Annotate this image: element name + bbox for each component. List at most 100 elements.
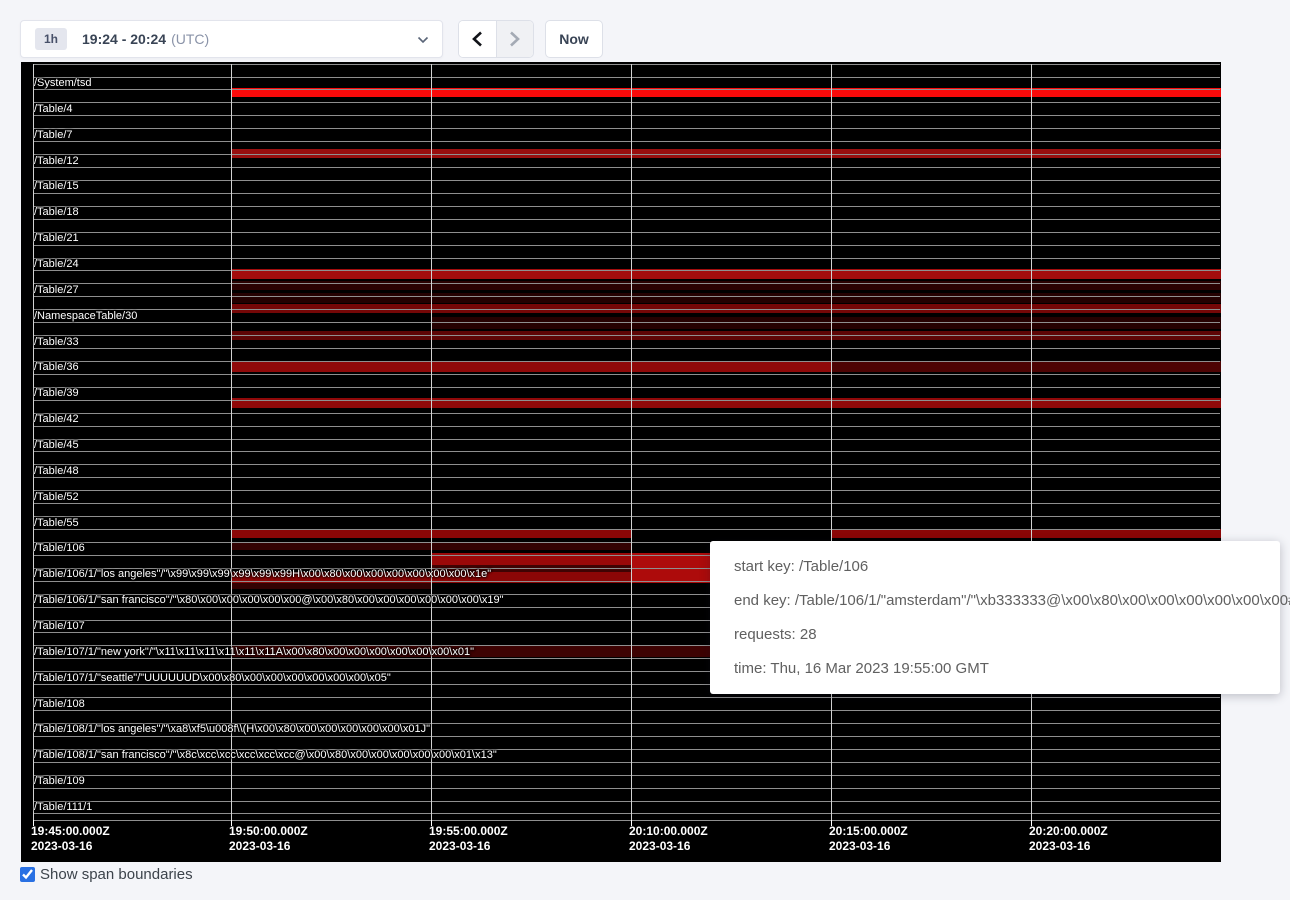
next-time-window-button[interactable] <box>496 21 534 57</box>
span-label: /Table/108/1/"los angeles"/"\xa8\xf5\u00… <box>34 723 430 735</box>
prev-time-window-button[interactable] <box>459 21 496 57</box>
heat-band[interactable] <box>231 583 431 589</box>
show-span-boundaries-checkbox[interactable] <box>20 867 35 882</box>
time-gridline <box>431 64 432 820</box>
span-boundary-line <box>33 102 1220 103</box>
time-range-text: 19:24 - 20:24 <box>82 31 166 47</box>
axis-tick-label: 19:55:00.000Z2023-03-16 <box>429 824 508 854</box>
span-label: /Table/48 <box>34 465 79 477</box>
span-boundary-line <box>33 451 1220 452</box>
hover-tooltip: start key: /Table/106 end key: /Table/10… <box>710 541 1280 694</box>
span-boundary-line <box>33 283 1220 284</box>
span-boundary-line <box>33 206 1220 207</box>
time-window-nav <box>458 20 534 58</box>
span-boundary-line <box>33 296 1220 297</box>
span-boundary-line <box>33 141 1220 142</box>
span-label: /Table/106 <box>34 542 85 554</box>
span-boundary-line <box>33 309 1220 310</box>
span-boundary-line <box>33 788 1220 789</box>
span-label: /Table/106/1/"san francisco"/"\x80\x00\x… <box>34 594 504 606</box>
time-range-duration-badge: 1h <box>35 28 67 50</box>
span-boundary-line <box>33 426 1220 427</box>
span-label: /Table/15 <box>34 180 79 192</box>
span-label: /Table/33 <box>34 336 79 348</box>
span-label: /Table/27 <box>34 284 79 296</box>
span-boundary-line <box>33 801 1220 802</box>
span-boundary-line <box>33 516 1220 517</box>
axis-tick-label: 19:45:00.000Z2023-03-16 <box>31 824 110 854</box>
span-boundary-line <box>33 348 1220 349</box>
span-boundary-line <box>33 64 1220 65</box>
time-gridline <box>831 64 832 820</box>
span-boundary-line <box>33 115 1220 116</box>
span-label: /NamespaceTable/30 <box>34 310 137 322</box>
span-label: /Table/55 <box>34 517 79 529</box>
time-gridline <box>1031 64 1032 820</box>
span-boundary-line <box>33 322 1220 323</box>
heat-band[interactable] <box>231 281 1221 290</box>
span-label: /Table/109 <box>34 775 85 787</box>
span-label: /Table/39 <box>34 387 79 399</box>
span-boundary-line <box>33 439 1220 440</box>
span-label: /Table/36 <box>34 361 79 373</box>
show-span-boundaries-row: Show span boundaries <box>20 866 193 883</box>
heat-band[interactable] <box>831 361 1221 372</box>
span-label: /Table/4 <box>34 103 73 115</box>
span-label: /Table/107 <box>34 620 85 632</box>
span-boundary-line <box>33 374 1220 375</box>
span-boundary-line <box>33 529 1220 530</box>
heat-band[interactable] <box>831 529 1221 538</box>
span-label: /Table/106/1/"los angeles"/"\x99\x99\x99… <box>34 568 491 580</box>
span-boundary-line <box>33 503 1220 504</box>
span-label: /Table/21 <box>34 232 79 244</box>
span-boundary-line <box>33 258 1220 259</box>
span-boundary-line <box>33 89 1220 90</box>
key-visualizer-page: 1h 19:24 - 20:24 (UTC) Now /System/tsd/T… <box>0 0 1290 900</box>
span-boundary-line <box>33 387 1220 388</box>
span-label: /Table/107/1/"new york"/"\x11\x11\x11\x1… <box>34 646 474 658</box>
span-boundary-line <box>33 477 1220 478</box>
now-button[interactable]: Now <box>545 20 603 58</box>
span-boundary-line <box>33 820 1220 821</box>
span-boundary-line <box>33 128 1220 129</box>
span-label: /Table/24 <box>34 258 79 270</box>
span-label: /Table/108/1/"san francisco"/"\x8c\xcc\x… <box>34 749 497 761</box>
tooltip-end-key: end key: /Table/106/1/"amsterdam"/"\xb33… <box>734 584 1256 618</box>
span-label: /Table/111/1 <box>34 801 92 813</box>
span-boundary-line <box>33 400 1220 401</box>
span-boundary-line <box>33 775 1220 776</box>
span-label: /Table/108 <box>34 698 85 710</box>
span-boundary-line <box>33 167 1220 168</box>
span-boundary-line <box>33 697 1220 698</box>
tooltip-start-key: start key: /Table/106 <box>734 550 1256 584</box>
span-label: /Table/42 <box>34 413 79 425</box>
span-boundary-line <box>33 413 1220 414</box>
span-boundary-line <box>33 193 1220 194</box>
axis-tick-label: 20:15:00.000Z2023-03-16 <box>829 824 908 854</box>
show-span-boundaries-label: Show span boundaries <box>40 866 193 883</box>
heat-band[interactable] <box>231 293 1221 303</box>
span-label: /Table/52 <box>34 491 79 503</box>
chevron-left-icon <box>472 31 483 47</box>
span-boundary-line <box>33 736 1220 737</box>
span-boundary-line <box>33 180 1220 181</box>
span-label: /Table/107/1/"seattle"/"UUUUUUD\x00\x80\… <box>34 672 391 684</box>
span-label: /Table/7 <box>34 129 73 141</box>
span-label: /Table/12 <box>34 155 79 167</box>
span-boundary-line <box>33 154 1220 155</box>
tooltip-requests: requests: 28 <box>734 618 1256 652</box>
heat-band[interactable] <box>231 361 831 372</box>
span-boundary-line <box>33 232 1220 233</box>
axis-tick-label: 20:20:00.000Z2023-03-16 <box>1029 824 1108 854</box>
time-range-select[interactable]: 1h 19:24 - 20:24 (UTC) <box>20 20 443 58</box>
tooltip-time: time: Thu, 16 Mar 2023 19:55:00 GMT <box>734 652 1256 686</box>
span-boundary-line <box>33 219 1220 220</box>
chevron-down-icon <box>417 36 429 44</box>
span-boundary-line <box>33 762 1220 763</box>
span-label: /Table/45 <box>34 439 79 451</box>
span-boundary-line <box>33 490 1220 491</box>
key-visualizer-canvas[interactable]: /System/tsd/Table/4/Table/7/Table/12/Tab… <box>21 62 1221 862</box>
span-boundary-line <box>33 245 1220 246</box>
span-boundary-line <box>33 335 1220 336</box>
span-boundary-line <box>33 710 1220 711</box>
